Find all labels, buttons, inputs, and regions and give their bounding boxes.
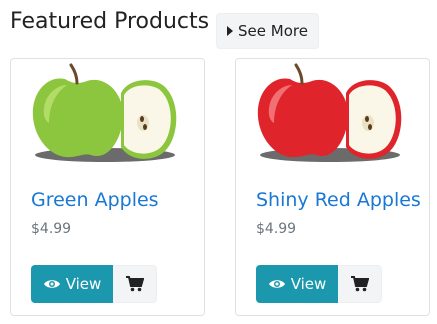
product-card: Shiny Red Apples $4.99 View — [235, 58, 430, 316]
add-to-cart-button[interactable] — [113, 265, 157, 303]
product-actions: View — [31, 265, 157, 303]
product-name-link[interactable]: Green Apples — [31, 189, 159, 211]
cart-icon — [125, 276, 144, 292]
eye-icon — [268, 280, 285, 288]
view-label: View — [290, 275, 327, 293]
add-to-cart-button[interactable] — [338, 265, 382, 303]
product-price: $4.99 — [31, 221, 72, 237]
green-apple-image — [32, 63, 177, 162]
section-title: Featured Products — [10, 9, 210, 34]
red-apple-image — [257, 63, 402, 162]
product-price: $4.99 — [256, 221, 297, 237]
eye-icon — [43, 280, 60, 288]
view-button[interactable]: View — [31, 265, 113, 303]
see-more-button[interactable]: See More — [216, 13, 319, 49]
view-label: View — [65, 275, 102, 293]
view-button[interactable]: View — [256, 265, 338, 303]
caret-right-icon — [227, 26, 234, 36]
product-card: Green Apples $4.99 View — [10, 58, 205, 316]
product-actions: View — [256, 265, 382, 303]
featured-products-section: Featured Products See More Green Apples … — [0, 0, 437, 324]
cart-icon — [350, 276, 369, 292]
see-more-label: See More — [238, 22, 308, 40]
product-name-link[interactable]: Shiny Red Apples — [256, 189, 421, 211]
